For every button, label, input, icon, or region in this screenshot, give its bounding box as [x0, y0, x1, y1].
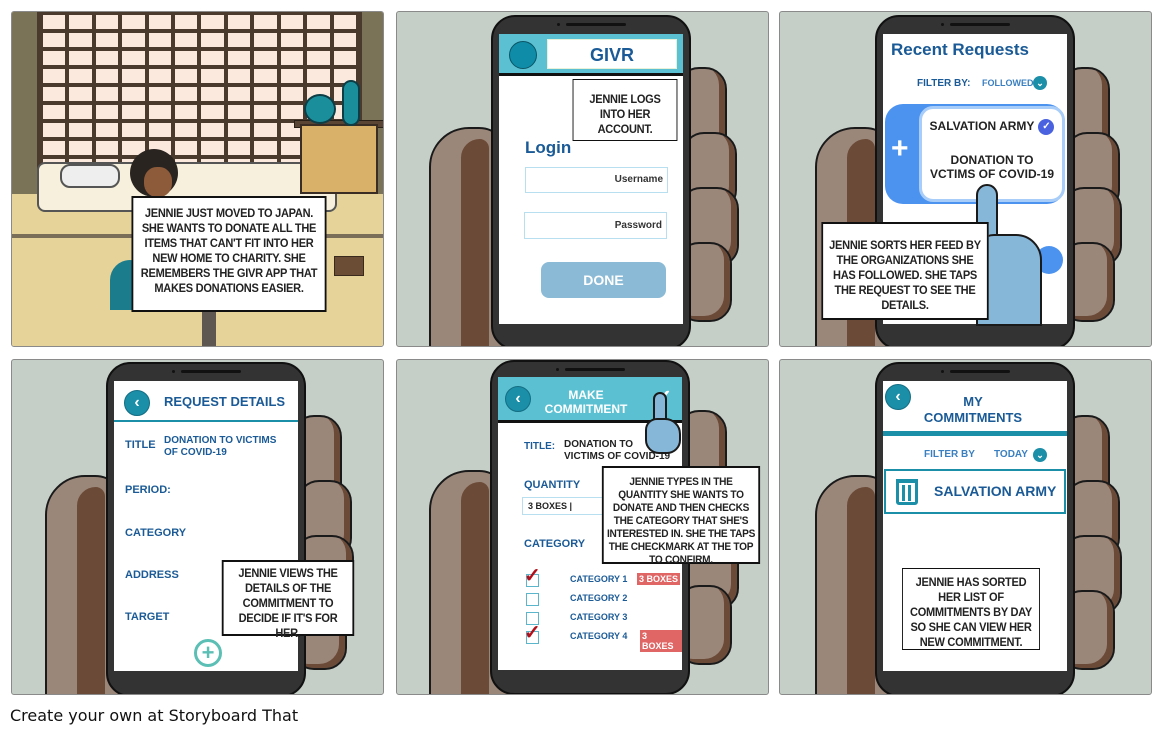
filter-dropdown[interactable]: TODAY [994, 449, 1028, 460]
tapping-hand [645, 418, 681, 454]
quantity-tag: 3 BOXES [640, 630, 682, 652]
pillow [60, 164, 120, 188]
login-heading: Login [525, 138, 572, 157]
panel-4: ‹ REQUEST DETAILS TITLE DONATION TO VICT… [11, 359, 384, 695]
app-title: GIVR [547, 39, 677, 69]
add-commitment-button[interactable]: + [194, 639, 222, 667]
table-leg [202, 312, 216, 346]
back-button[interactable]: ‹ [885, 384, 911, 410]
category-checkbox[interactable] [526, 593, 539, 606]
category-label: CATEGORY 1 [570, 574, 628, 584]
vase-tall [342, 80, 360, 126]
quantity-tag: 3 BOXES [637, 573, 681, 585]
low-table [334, 256, 364, 276]
panel-1: JENNIE JUST MOVED TO JAPAN. SHE WANTS TO… [11, 11, 384, 347]
field-value-title: DONATION TO VICTIMS OF COVID-19 [164, 435, 277, 458]
category-row[interactable]: CATEGORY 2 [498, 591, 682, 607]
phone-screen: GIVR Login Username Password DONE [499, 34, 683, 324]
my-commitments-heading: MY COMMITMENTS [913, 394, 1033, 426]
make-commitment-heading: MAKE COMMITMENT [538, 388, 634, 416]
app-header: GIVR [499, 34, 683, 76]
caption: JENNIE SORTS HER FEED BY THE ORGANIZATIO… [821, 222, 989, 320]
chevron-down-icon[interactable]: ⌄ [1033, 76, 1047, 90]
quantity-label: QUANTITY [524, 479, 581, 491]
field-label-period: PERIOD: [125, 484, 171, 496]
phone: ‹ REQUEST DETAILS TITLE DONATION TO VICT… [106, 362, 306, 694]
caption: JENNIE HAS SORTED HER LIST OF COMMITMENT… [902, 568, 1040, 650]
checkmark-icon: ✓ [524, 565, 541, 587]
caption: JENNIE JUST MOVED TO JAPAN. SHE WANTS TO… [131, 196, 327, 312]
panel-3: Recent Requests FILTER BY: FOLLOWED ⌄ + … [779, 11, 1152, 347]
title-label: TITLE: [524, 441, 556, 452]
caption: JENNIE TYPES IN THE QUANTITY SHE WANTS T… [601, 466, 761, 566]
heading-line-1: MAKE [568, 388, 604, 402]
field-label-title: TITLE [125, 439, 156, 451]
caption: JENNIE LOGS INTO HER ACCOUNT. [572, 79, 678, 141]
plus-icon: + [201, 640, 215, 665]
field-label-target: TARGET [125, 611, 170, 623]
panel-5: ‹ MAKE COMMITMENT ✓ TITLE: DONATION TO V… [396, 359, 769, 695]
field-label-address: ADDRESS [125, 569, 179, 581]
storyboard-watermark[interactable]: Create your own at Storyboard That [10, 706, 298, 725]
cabinet [300, 124, 378, 194]
done-button[interactable]: DONE [541, 262, 666, 298]
username-field[interactable]: Username [525, 167, 668, 193]
category-row[interactable]: ✓ CATEGORY 4 3 BOXES [498, 623, 682, 652]
heading-line-2: COMMITMENT [544, 402, 628, 416]
filter-label: FILTER BY: [917, 78, 971, 89]
filter-dropdown[interactable]: FOLLOWED [982, 78, 1034, 88]
back-button[interactable]: ‹ [505, 386, 531, 412]
chevron-down-icon[interactable]: ⌄ [1033, 448, 1047, 462]
request-details-heading: REQUEST DETAILS [164, 394, 286, 409]
header-divider [114, 420, 298, 422]
caption: JENNIE VIEWS THE DETAILS OF THE COMMITME… [221, 560, 355, 640]
heading-line-2: COMMITMENTS [923, 410, 1023, 425]
password-field[interactable]: Password [524, 212, 667, 239]
commitment-item[interactable]: SALVATION ARMY [884, 469, 1066, 514]
org-name: SALVATION ARMY [929, 119, 1035, 134]
category-row[interactable]: ✓ CATEGORY 1 3 BOXES [498, 566, 682, 588]
givr-logo-icon [509, 41, 537, 69]
back-button[interactable]: ‹ [124, 390, 150, 416]
plus-icon: + [891, 132, 909, 165]
field-label-category: CATEGORY [125, 527, 187, 539]
recent-requests-heading: Recent Requests [891, 40, 1029, 59]
header-divider [883, 431, 1067, 436]
category-label: CATEGORY 3 [570, 612, 628, 622]
filter-label: FILTER BY [924, 449, 975, 460]
category-label: CATEGORY 2 [570, 593, 628, 603]
vase-round [304, 94, 336, 124]
filter-value: FOLLOWED [982, 78, 1034, 88]
panel-2: GIVR Login Username Password DONE JENNIE… [396, 11, 769, 347]
request-line-2: VCTIMS OF COVID-19 [929, 167, 1054, 181]
trash-icon[interactable] [896, 479, 918, 505]
filter-value: TODAY [994, 449, 1028, 460]
phone: GIVR Login Username Password DONE [491, 15, 691, 346]
checkmark-icon: ✓ [524, 622, 541, 644]
category-label: CATEGORY [524, 538, 586, 550]
commitment-org: SALVATION ARMY [934, 483, 1057, 499]
heading-line-1: MY [963, 394, 983, 409]
verified-check-icon: ✓ [1038, 119, 1055, 135]
request-line-1: DONATION TO [950, 153, 1034, 167]
category-label: CATEGORY 4 [570, 631, 628, 641]
panel-6: ‹ MY COMMITMENTS FILTER BY TODAY ⌄ SALVA… [779, 359, 1152, 695]
jennie-face [144, 167, 172, 197]
